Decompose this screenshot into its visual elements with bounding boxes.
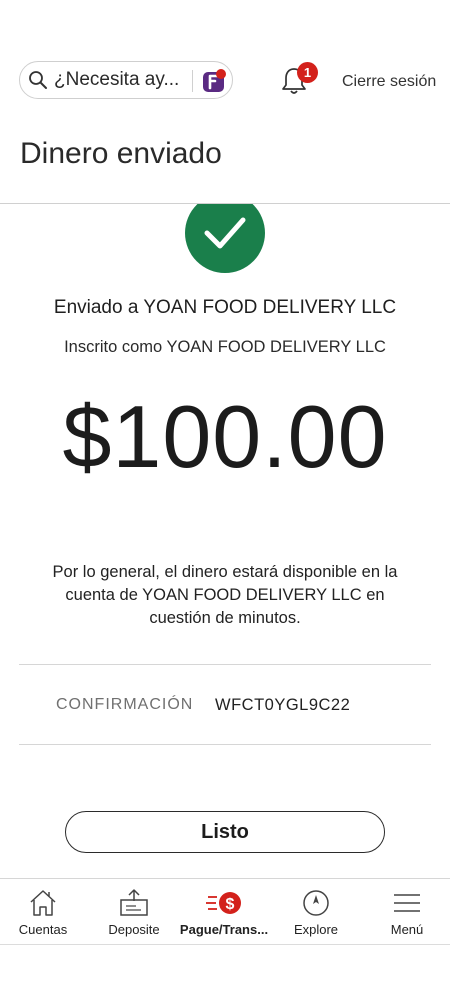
nav-item-cuentas[interactable]: Cuentas xyxy=(0,888,88,937)
enrolled-as-text: Inscrito como YOAN FOOD DELIVERY LLC xyxy=(64,338,386,356)
search-icon xyxy=(29,71,47,89)
nav-label: Explore xyxy=(293,922,339,937)
logout-link[interactable]: Cierre sesión xyxy=(342,73,436,91)
nav-item-pague-transfiera[interactable]: $ Pague/Trans... xyxy=(179,888,269,937)
availability-note: Por lo general, el dinero estará disponi… xyxy=(52,563,398,627)
page-title: Dinero enviado xyxy=(20,137,222,170)
nav-label: Menú xyxy=(390,922,424,937)
search-bar[interactable]: ¿Necesita ay... xyxy=(19,61,233,99)
confirmation-number: WFCT0YGL9C22 xyxy=(215,696,351,714)
deposit-icon xyxy=(120,889,148,916)
nav-item-deposite[interactable]: Deposite xyxy=(89,888,179,937)
compass-icon xyxy=(303,890,329,916)
nav-label: Pague/Trans... xyxy=(179,922,269,937)
bottom-nav-divider xyxy=(0,878,450,879)
search-input[interactable]: ¿Necesita ay... xyxy=(54,69,179,91)
home-icon xyxy=(30,890,56,916)
done-button[interactable]: Listo xyxy=(65,811,385,853)
search-divider xyxy=(192,70,193,92)
amount-sent: $100.00 xyxy=(62,387,388,486)
sent-to-text: Enviado a YOAN FOOD DELIVERY LLC xyxy=(53,297,397,318)
divider xyxy=(19,744,431,745)
svg-text:$: $ xyxy=(226,896,235,913)
nav-item-menu[interactable]: Menú xyxy=(362,888,450,937)
hamburger-menu-icon xyxy=(394,894,420,912)
divider xyxy=(19,664,431,665)
bottom-nav-border xyxy=(0,944,450,945)
fargo-assistant-icon[interactable] xyxy=(201,68,227,94)
notification-badge: 1 xyxy=(297,62,318,83)
nav-label: Cuentas xyxy=(18,922,68,937)
nav-label: Deposite xyxy=(108,922,160,937)
confirmation-label: CONFIRMACIÓN xyxy=(56,696,194,713)
success-check-icon xyxy=(185,204,265,273)
nav-item-explore[interactable]: Explore xyxy=(271,888,361,937)
pay-transfer-icon: $ xyxy=(206,892,241,914)
